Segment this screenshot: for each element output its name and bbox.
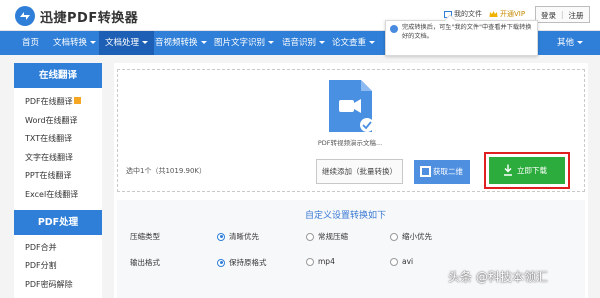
register-button[interactable]: 注册	[564, 7, 589, 22]
radio-selected-icon	[217, 258, 225, 267]
files-tooltip: 完成转换后，可至"我的文件"中查看并下载转换好的文档。	[385, 14, 538, 56]
sidebar-item-ppt-translate[interactable]: PPT在线翻译	[14, 167, 102, 186]
radio-icon	[306, 232, 314, 241]
nav-doc-convert[interactable]: 文档转换	[47, 31, 102, 55]
chevron-down-icon	[319, 41, 326, 44]
file-name: PDF转视频演示文稿...	[317, 139, 383, 147]
sidebar-item-txt-translate[interactable]: TXT在线翻译	[14, 130, 102, 149]
sidebar-item-pdf-unlock[interactable]: PDF密码解除	[14, 276, 102, 295]
vip-label: 开通VIP	[500, 10, 526, 18]
radio-clarity-first[interactable]: 清晰优先	[217, 231, 259, 242]
radio-mp4[interactable]: mp4	[306, 257, 335, 266]
download-now-button[interactable]: 立即下载	[489, 157, 565, 184]
sidebar-item-pdf-translate[interactable]: PDF在线翻译	[14, 93, 102, 112]
nav-thesis[interactable]: 论文查重	[326, 31, 381, 55]
brand-name: 迅捷PDF转换器	[40, 11, 139, 26]
chevron-down-icon	[577, 41, 584, 44]
output-format-label: 输出格式	[130, 258, 160, 267]
radio-keep-format[interactable]: 保持原格式	[217, 257, 267, 268]
get-qr-button[interactable]: 获取二维码	[414, 160, 470, 200]
chevron-down-icon	[142, 41, 149, 44]
radio-icon	[306, 257, 314, 266]
sidebar-item-pdf-merge[interactable]: PDF合并	[14, 239, 102, 258]
add-more-button[interactable]: 继续添加（批量转换）	[316, 159, 403, 184]
download-icon	[504, 164, 512, 176]
sidebar-item-word-translate[interactable]: Word在线翻译	[14, 112, 102, 131]
hot-badge-icon	[73, 97, 81, 104]
nav-doc-process[interactable]: 文档处理	[99, 31, 155, 55]
nav-image-ocr[interactable]: 图片文字识别	[208, 31, 280, 55]
nav-other[interactable]: 其他	[551, 31, 589, 55]
info-icon	[390, 25, 398, 33]
chevron-down-icon	[369, 41, 376, 44]
chevron-down-icon	[268, 41, 275, 44]
watermark-text: 头条 @科技本领汇	[448, 270, 548, 284]
crown-icon	[489, 11, 498, 17]
app-logo-icon	[15, 6, 35, 26]
nav-speech[interactable]: 语音识别	[276, 31, 331, 55]
app-root: 迅捷PDF转换器 我的文件 开通VIP 登录 | 注册 首页 文档转换 文档处理…	[0, 0, 600, 298]
sidebar-item-pdf-split[interactable]: PDF分割	[14, 257, 102, 276]
radio-normal-compress[interactable]: 常规压缩	[306, 231, 348, 242]
download-button-label: 立即下载	[517, 166, 547, 175]
nav-home[interactable]: 首页	[16, 31, 45, 55]
settings-title: 自定义设置转换如下	[305, 211, 387, 221]
sidebar-item-text-translate[interactable]: 文字在线翻译	[14, 149, 102, 168]
selection-count: 选中1个（共1019.90K）	[126, 167, 206, 175]
sidebar-item-excel-translate[interactable]: Excel在线翻译	[14, 186, 102, 205]
auth-box: 登录 | 注册	[535, 6, 590, 23]
radio-avi[interactable]: avi	[390, 257, 413, 266]
chevron-down-icon	[200, 41, 207, 44]
compress-type-label: 压缩类型	[130, 232, 160, 241]
tooltip-text: 完成转换后，可至"我的文件"中查看并下载转换好的文档。	[402, 24, 532, 40]
radio-selected-icon	[217, 232, 225, 241]
chevron-down-icon	[90, 41, 97, 44]
radio-icon	[390, 257, 398, 266]
video-file-icon	[329, 80, 374, 132]
radio-smaller-first[interactable]: 缩小优先	[390, 231, 432, 242]
sidebar-section-title: PDF处理	[14, 209, 102, 235]
radio-icon	[390, 232, 398, 241]
my-files-label: 我的文件	[454, 10, 482, 18]
sidebar-section-title: 在线翻译	[14, 63, 102, 88]
vip-link[interactable]: 开通VIP	[489, 9, 525, 19]
nav-av-convert[interactable]: 音视频转换	[149, 31, 213, 55]
sidebar: 在线翻译 PDF在线翻译 Word在线翻译 TXT在线翻译 文字在线翻译 PPT…	[14, 63, 102, 298]
qr-code-icon	[420, 166, 431, 177]
login-button[interactable]: 登录	[536, 7, 561, 22]
